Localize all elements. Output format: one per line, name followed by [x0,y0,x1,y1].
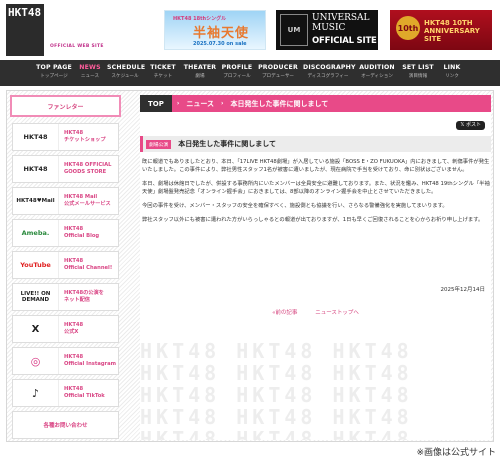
universal-logo-icon: UM [280,14,308,46]
article-paragraph: 本日、劇場は休館日でしたが、併設する事務所内にいたメンバーは全員安全に避難してお… [142,181,490,195]
banner-universal-title: UNIVERSAL MUSIC [312,13,370,33]
sidebar-item-label: HKT48 OFFICIAL GOODS STORE [64,162,112,175]
hkt48-logo-icon: HKT48 [13,156,59,182]
chevron-right-icon: › [176,100,180,107]
banner-single-sub: HKT48 18thシングル [173,16,227,22]
sidebar-item-label: HKT48 公式X [64,322,84,335]
fan-letter-button[interactable]: ファンレター [10,95,121,117]
global-nav: TOP PAGE トップページ NEWS ニュース SCHEDULE スケジュール T… [0,60,500,86]
article-title: 本日発生した事件に関しまして [178,140,276,148]
nav-theater-sub: 劇場 [195,74,205,79]
sidebar-item-label: HKT48 Official Instagram [64,354,117,367]
tiktok-logo-icon: ♪ [13,380,59,406]
breadcrumb-top[interactable]: TOP [140,95,172,112]
nav-discography-sub: ディスコグラフィー [307,74,349,79]
article-paragraph: 弊社スタッフ以外にも被害に遭われた方がいらっしゃるとの報道が出ておりますが、1日… [142,217,484,223]
sidebar-item-label: HKT48 Official Channel! [64,258,113,271]
breadcrumb: TOP › ニュース › 本日発生した事件に関しまして [140,95,491,112]
pager: «前の記事 ニューストップへ [140,308,491,316]
nav-audition-sub: オーディション [361,74,393,79]
sidebar-item-instagram[interactable]: ◎ HKT48 Official Instagram [12,347,119,375]
banner-single[interactable]: HKT48 18thシングル 半袖天使 2025.07.30 on sale [164,10,266,50]
breadcrumb-news[interactable]: ニュース [184,99,216,109]
nav-audition-label: AUDITION [359,64,395,71]
sidebar-item-label: HKT48 チケットショップ [64,130,106,143]
nav-theater-label: THEATER [183,64,217,71]
sidebar: ファンレター HKT48 HKT48 チケットショップ HKT48 HKT48 OF… [8,95,123,439]
nav-link[interactable]: LINK リンク [440,64,464,79]
article-paragraph: 既に報道でもありましたとおり、本日、「17LIVE HKT48劇場」が入居してい… [142,159,490,173]
hkt48-logo-icon: HKT48 [13,124,59,150]
nav-profile-sub: プロフィール [223,74,251,79]
sidebar-item-goods-store[interactable]: HKT48 HKT48 OFFICIAL GOODS STORE [12,155,119,183]
mail-logo-icon: HKT48♥Mail [13,188,59,214]
nav-top[interactable]: TOP PAGE トップページ [36,64,72,79]
article-paragraph: 今回の事件を受け、メンバー・スタッフの安全を確保すべく、施設側とも協議を行い、さ… [142,203,448,209]
banner-universal-sub: OFFICIAL SITE [312,36,377,46]
banner-universal[interactable]: UM UNIVERSAL MUSIC OFFICIAL SITE [276,10,378,50]
nav-ticket-label: TICKET [150,64,176,71]
instagram-logo-icon: ◎ [13,348,59,374]
official-site-label: OFFICIAL WEB SITE [50,44,104,49]
x-post-button[interactable]: 𝕏 ポスト [456,121,485,130]
nav-link-sub: リンク [445,74,459,79]
sidebar-item-blog[interactable]: Ameba. HKT48 Official Blog [12,219,119,247]
news-top-link[interactable]: ニューストップへ [315,310,359,316]
article-body: 既に報道でもありましたとおり、本日、「17LIVE HKT48劇場」が入居してい… [142,158,490,230]
nav-audition[interactable]: AUDITION オーディション [358,64,396,79]
sidebar-item-label: HKT48 Official Blog [64,226,100,239]
sidebar-item-live-on-demand[interactable]: LIVE!! ON DEMAND HKT48の公演を ネット配信 [12,283,119,311]
nav-theater[interactable]: THEATER 劇場 [183,64,217,79]
prev-article-link[interactable]: «前の記事 [272,310,297,316]
nav-schedule-label: SCHEDULE [107,64,146,71]
nav-top-sub: トップページ [40,74,68,79]
nav-producer-label: PRODUCER [258,64,298,71]
nav-news[interactable]: NEWS ニュース [77,64,103,79]
nav-ticket[interactable]: TICKET チケット [148,64,178,79]
nav-news-sub: ニュース [80,74,100,79]
watermark-pattern: HKT48 HKT48 HKT48 HKT48 HKT48 HKT48 HKT4… [140,340,413,440]
article-header: 劇場公演 本日発生した事件に関しまして [140,136,491,152]
brand-logo[interactable]: HKT48 [6,4,44,56]
live-on-demand-logo-icon: LIVE!! ON DEMAND [13,284,59,310]
sidebar-item-ticket-shop[interactable]: HKT48 HKT48 チケットショップ [12,123,119,151]
nav-setlist-label: SET LIST [402,64,434,71]
main-content: TOP › ニュース › 本日発生した事件に関しまして 𝕏 ポスト 劇場公演 本… [140,95,491,440]
category-badge: 劇場公演 [146,139,172,149]
sidebar-item-x[interactable]: X HKT48 公式X [12,315,119,343]
sidebar-item-tiktok[interactable]: ♪ HKT48 Official TikTok [12,379,119,407]
nav-schedule-sub: スケジュール [111,74,139,79]
nav-schedule[interactable]: SCHEDULE スケジュール [107,64,146,79]
nav-producer-sub: プロデューサー [261,74,295,79]
sidebar-item-label: HKT48 Official TikTok [64,386,105,399]
image-credit: ※画像は公式サイト [416,448,496,458]
banner-single-date: 2025.07.30 on sale [193,41,247,47]
nav-setlist[interactable]: SET LIST 演目情報 [401,64,435,79]
banner-anniversary[interactable]: 10th HKT48 10TH ANNIVERSARY SITE [390,10,492,50]
article-date: 2025年12月14日 [440,287,486,293]
breadcrumb-current: 本日発生した事件に関しまして [230,99,329,108]
nav-discography[interactable]: DISCOGRAPHY ディスコグラフィー [303,64,356,79]
x-logo-icon: X [13,316,59,342]
sidebar-item-mail[interactable]: HKT48♥Mail HKT48 Mail 公式メールサービス [12,187,119,215]
nav-top-label: TOP PAGE [36,64,72,71]
banner-anniversary-title: HKT48 10TH ANNIVERSARY SITE [424,19,480,43]
anniversary-badge-icon: 10th [396,16,420,40]
sidebar-item-label: HKT48の公演を ネット配信 [64,290,104,303]
nav-setlist-sub: 演目情報 [408,74,428,79]
contact-button[interactable]: 各種お問い合わせ [12,411,119,439]
sidebar-item-youtube[interactable]: YouTube HKT48 Official Channel! [12,251,119,279]
nav-news-label: NEWS [79,64,101,71]
nav-profile-label: PROFILE [221,64,253,71]
youtube-logo-icon: YouTube [13,252,59,278]
ameba-logo-icon: Ameba. [13,220,59,246]
nav-ticket-sub: チケット [153,74,173,79]
nav-link-label: LINK [443,64,461,71]
chevron-right-icon: › [221,100,224,107]
nav-producer[interactable]: PRODUCER プロデューサー [258,64,298,79]
nav-profile[interactable]: PROFILE プロフィール [220,64,254,79]
nav-discography-label: DISCOGRAPHY [303,64,356,71]
banner-single-title: 半袖天使 [193,26,250,41]
sidebar-item-label: HKT48 Mail 公式メールサービス [64,194,111,207]
